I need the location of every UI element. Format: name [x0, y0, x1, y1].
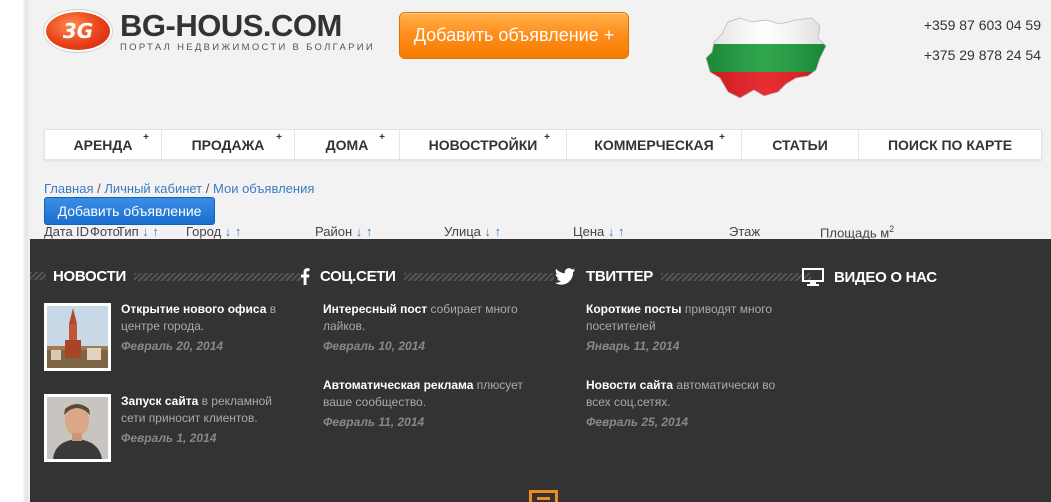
- contact-phones: +359 87 603 04 59 +375 29 878 24 54: [924, 10, 1041, 70]
- post-date: Февраль 11, 2014: [323, 415, 425, 429]
- sort-arrows-icon[interactable]: ↓ ↑: [608, 224, 625, 239]
- footer-stripes: [133, 272, 302, 281]
- col-city-label: Город: [186, 224, 222, 239]
- sort-arrows-icon[interactable]: ↓ ↑: [225, 224, 242, 239]
- col-floor: Этаж: [729, 224, 761, 239]
- breadcrumb: Главная / Личный кабинет / Мои объявлени…: [44, 181, 314, 196]
- twitter-post-1[interactable]: Короткие посты приводят много посетителе…: [586, 301, 786, 355]
- col-type[interactable]: Тип ↓ ↑: [117, 224, 159, 239]
- page-left-edge: [0, 0, 30, 502]
- person-photo-icon: [47, 397, 108, 459]
- nav-plus-icon: +: [143, 132, 149, 143]
- phone-2[interactable]: +375 29 878 24 54: [924, 40, 1041, 70]
- post-date: Февраль 20, 2014: [121, 339, 224, 353]
- col-district[interactable]: Район ↓ ↑: [315, 224, 372, 239]
- nav-label: ПОИСК ПО КАРТЕ: [887, 136, 1013, 153]
- breadcrumb-sep: /: [93, 181, 105, 196]
- sort-arrows-icon[interactable]: ↓ ↑: [142, 224, 159, 239]
- post-title[interactable]: Открытие нового офиса: [121, 302, 266, 316]
- footer-stripes: [661, 272, 812, 281]
- nav-plus-icon: +: [719, 132, 725, 143]
- news-post-2[interactable]: Запуск сайта в рекламной сети приносит к…: [121, 393, 286, 447]
- monitor-icon[interactable]: [802, 268, 824, 286]
- footer-video-title: ВИДЕО О НАС: [834, 268, 937, 286]
- ads-table-header: Дата ID Фото Тип ↓ ↑ Город ↓ ↑ Район ↓ ↑…: [44, 224, 1044, 240]
- col-type-label: Тип: [117, 224, 139, 239]
- footer-twitter-title: ТВИТТЕР: [586, 268, 654, 285]
- twitter-post-2[interactable]: Новости сайта автоматически во всех соц.…: [586, 377, 786, 431]
- nav-plus-icon: +: [379, 132, 385, 143]
- post-date: Январь 11, 2014: [586, 339, 680, 353]
- breadcrumb-home[interactable]: Главная: [44, 181, 93, 196]
- footer-stripes: [30, 272, 46, 280]
- nav-item-articles[interactable]: СТАТЬИ: [742, 130, 859, 159]
- nav-label: АРЕНДА: [73, 136, 133, 153]
- col-district-label: Район: [315, 224, 353, 239]
- sort-arrows-icon[interactable]: ↓ ↑: [485, 224, 502, 239]
- col-city[interactable]: Город ↓ ↑: [186, 224, 241, 239]
- twitter-icon[interactable]: [554, 268, 576, 285]
- add-ad-header-button[interactable]: Добавить объявление +: [399, 12, 629, 59]
- col-photo[interactable]: Фото: [90, 224, 120, 239]
- footer: НОВОСТИ Открытие нового офиса в центре г…: [30, 239, 1051, 502]
- col-date[interactable]: Дата: [44, 224, 73, 239]
- social-post-1[interactable]: Интересный пост собирает много лайков. Ф…: [323, 301, 533, 355]
- main-nav: АРЕНДА + ПРОДАЖА + ДОМА + НОВОСТРОЙКИ + …: [44, 129, 1042, 160]
- footer-social-title: СОЦ.СЕТИ: [320, 268, 396, 285]
- facebook-icon[interactable]: [300, 268, 310, 285]
- nav-item-map-search[interactable]: ПОИСК ПО КАРТЕ: [859, 130, 1041, 159]
- nav-label: ДОМА: [325, 136, 369, 153]
- col-id[interactable]: ID: [76, 224, 89, 239]
- nav-item-rent[interactable]: АРЕНДА +: [45, 130, 162, 159]
- footer-social-header: СОЦ.СЕТИ: [300, 268, 554, 285]
- nav-label: СТАТЬИ: [772, 136, 828, 153]
- post-title[interactable]: Короткие посты: [586, 302, 682, 316]
- nav-label: КОММЕРЧЕСКАЯ: [594, 136, 714, 153]
- logo-badge: 3G: [44, 10, 112, 52]
- footer-twitter-header: ТВИТТЕР: [554, 268, 812, 285]
- phone-1[interactable]: +359 87 603 04 59: [924, 10, 1041, 40]
- news-thumb-2[interactable]: [44, 394, 111, 462]
- post-title[interactable]: Новости сайта: [586, 378, 673, 392]
- church-photo-icon: [47, 306, 108, 368]
- social-post-2[interactable]: Автоматическая реклама плюсует ваше сооб…: [323, 377, 538, 431]
- site-logo[interactable]: 3G BG-HOUS.COM ПОРТАЛ НЕДВИЖИМОСТИ В БОЛ…: [44, 10, 375, 53]
- nav-item-commercial[interactable]: КОММЕРЧЕСКАЯ +: [567, 130, 742, 159]
- post-title[interactable]: Запуск сайта: [121, 394, 198, 408]
- bulgaria-flag-map-icon: [705, 17, 827, 99]
- post-date: Февраль 25, 2014: [586, 415, 689, 429]
- sort-arrows-icon[interactable]: ↓ ↑: [356, 224, 373, 239]
- nav-label: НОВОСТРОЙКИ: [428, 136, 538, 153]
- nav-item-new-buildings[interactable]: НОВОСТРОЙКИ +: [400, 130, 567, 159]
- post-date: Февраль 1, 2014: [121, 431, 217, 445]
- col-street[interactable]: Улица ↓ ↑: [444, 224, 501, 239]
- col-price-label: Цена: [573, 224, 605, 239]
- footer-video-header: ВИДЕО О НАС: [802, 268, 937, 286]
- breadcrumb-sep: /: [202, 181, 213, 196]
- nav-item-sale[interactable]: ПРОДАЖА +: [162, 130, 295, 159]
- col-street-label: Улица: [444, 224, 481, 239]
- logo-name: BG-HOUS.COM: [120, 8, 342, 43]
- col-area-sup: 2: [889, 224, 895, 234]
- col-area: Площадь м2: [820, 224, 894, 240]
- footer-stripes: [403, 272, 554, 281]
- post-title[interactable]: Интересный пост: [323, 302, 427, 316]
- footer-news-header: НОВОСТИ: [53, 268, 302, 285]
- scroll-top-icon[interactable]: [529, 490, 558, 502]
- nav-plus-icon: +: [544, 132, 550, 143]
- news-thumb-1[interactable]: [44, 303, 111, 371]
- breadcrumb-current[interactable]: Мои объявления: [213, 181, 314, 196]
- add-ad-button[interactable]: Добавить объявление: [44, 197, 215, 225]
- nav-item-houses[interactable]: ДОМА +: [295, 130, 400, 159]
- footer-news-title: НОВОСТИ: [53, 268, 126, 285]
- post-title[interactable]: Автоматическая реклама: [323, 378, 473, 392]
- nav-label: ПРОДАЖА: [191, 136, 265, 153]
- post-date: Февраль 10, 2014: [323, 339, 426, 353]
- news-post-1[interactable]: Открытие нового офиса в центре города. Ф…: [121, 301, 301, 355]
- breadcrumb-cabinet[interactable]: Личный кабинет: [104, 181, 202, 196]
- nav-plus-icon: +: [276, 132, 282, 143]
- logo-tagline: ПОРТАЛ НЕДВИЖИМОСТИ В БОЛГАРИИ: [120, 42, 376, 53]
- col-price[interactable]: Цена ↓ ↑: [573, 224, 625, 239]
